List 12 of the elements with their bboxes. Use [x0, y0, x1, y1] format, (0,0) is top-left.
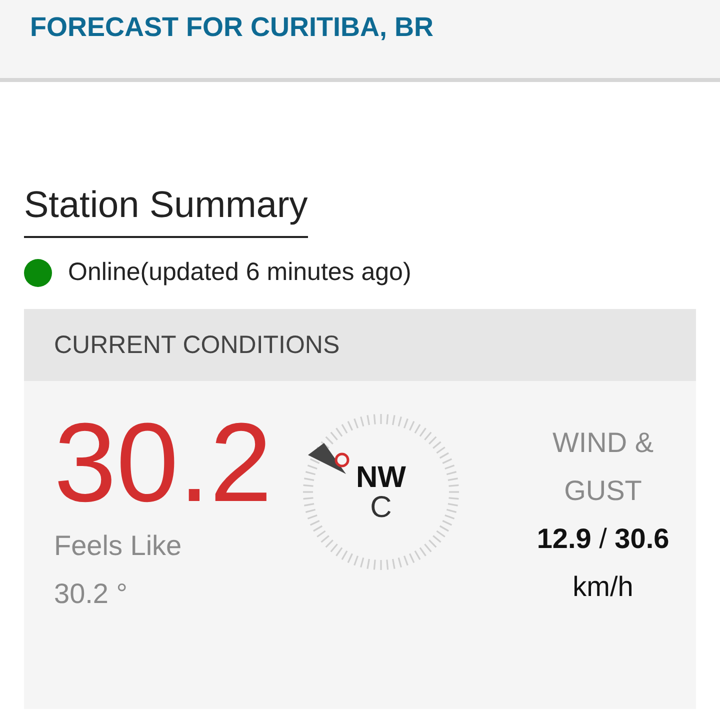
feels-like-value: 30.2 °: [54, 578, 128, 610]
wind-label: WIND & GUST: [551, 426, 655, 508]
feels-like-label: Feels Like: [54, 530, 183, 562]
wind-direction: NW: [356, 463, 406, 493]
wind-pointer-icon: [308, 443, 350, 474]
card-title: CURRENT CONDITIONS: [54, 330, 340, 360]
status-text: Online(updated 6 minutes ago): [68, 258, 412, 287]
wind-reading: 12.9 / 30.6 km/h: [536, 522, 670, 604]
section-title: Station Summary: [24, 184, 308, 238]
compass-unit: C: [370, 493, 392, 523]
temperature: 30.2: [54, 401, 273, 524]
page-title: FORECAST FOR CURITIBA, BR: [30, 12, 434, 43]
